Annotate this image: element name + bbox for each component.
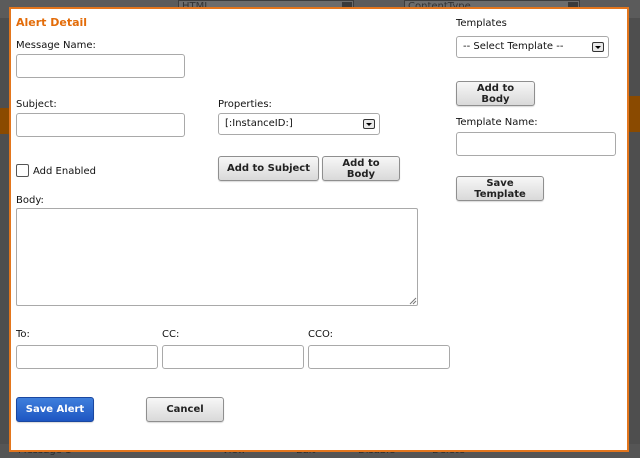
dialog-title: Alert Detail [16, 16, 88, 29]
body-label: Body: [16, 195, 44, 206]
save-template-button[interactable]: Save Template [456, 176, 544, 201]
template-add-to-body-button[interactable]: Add to Body [456, 81, 535, 106]
cc-label: CC: [162, 329, 180, 340]
to-input[interactable] [16, 345, 158, 369]
cco-input[interactable] [308, 345, 450, 369]
background-accent-right [628, 96, 640, 132]
template-name-input[interactable] [456, 132, 616, 156]
message-name-label: Message Name: [16, 40, 96, 51]
templates-label: Templates [456, 18, 507, 29]
template-select[interactable]: -- Select Template -- [456, 36, 609, 58]
resize-grip-icon[interactable] [409, 297, 417, 305]
to-label: To: [16, 329, 30, 340]
alert-detail-dialog: Alert Detail Message Name: Subject: Prop… [9, 7, 629, 452]
save-alert-button[interactable]: Save Alert [16, 397, 94, 422]
template-selected-value: -- Select Template -- [463, 41, 564, 52]
properties-label: Properties: [218, 99, 272, 110]
body-textarea[interactable] [16, 208, 418, 306]
message-name-input[interactable] [16, 54, 185, 78]
subject-label: Subject: [16, 99, 57, 110]
chevron-down-icon [592, 42, 604, 52]
cancel-button[interactable]: Cancel [146, 397, 224, 422]
add-to-subject-button[interactable]: Add to Subject [218, 156, 319, 181]
chevron-down-icon [363, 119, 375, 129]
add-enabled-label: Add Enabled [33, 166, 96, 177]
add-to-body-button[interactable]: Add to Body [322, 156, 400, 181]
cc-input[interactable] [162, 345, 304, 369]
cco-label: CCO: [308, 329, 334, 340]
body-textarea-wrapper [16, 208, 418, 306]
add-enabled-checkbox[interactable] [16, 164, 29, 177]
properties-select[interactable]: [:InstanceID:] [218, 113, 380, 135]
properties-selected-value: [:InstanceID:] [225, 118, 293, 129]
template-name-label: Template Name: [456, 117, 538, 128]
subject-input[interactable] [16, 113, 185, 137]
